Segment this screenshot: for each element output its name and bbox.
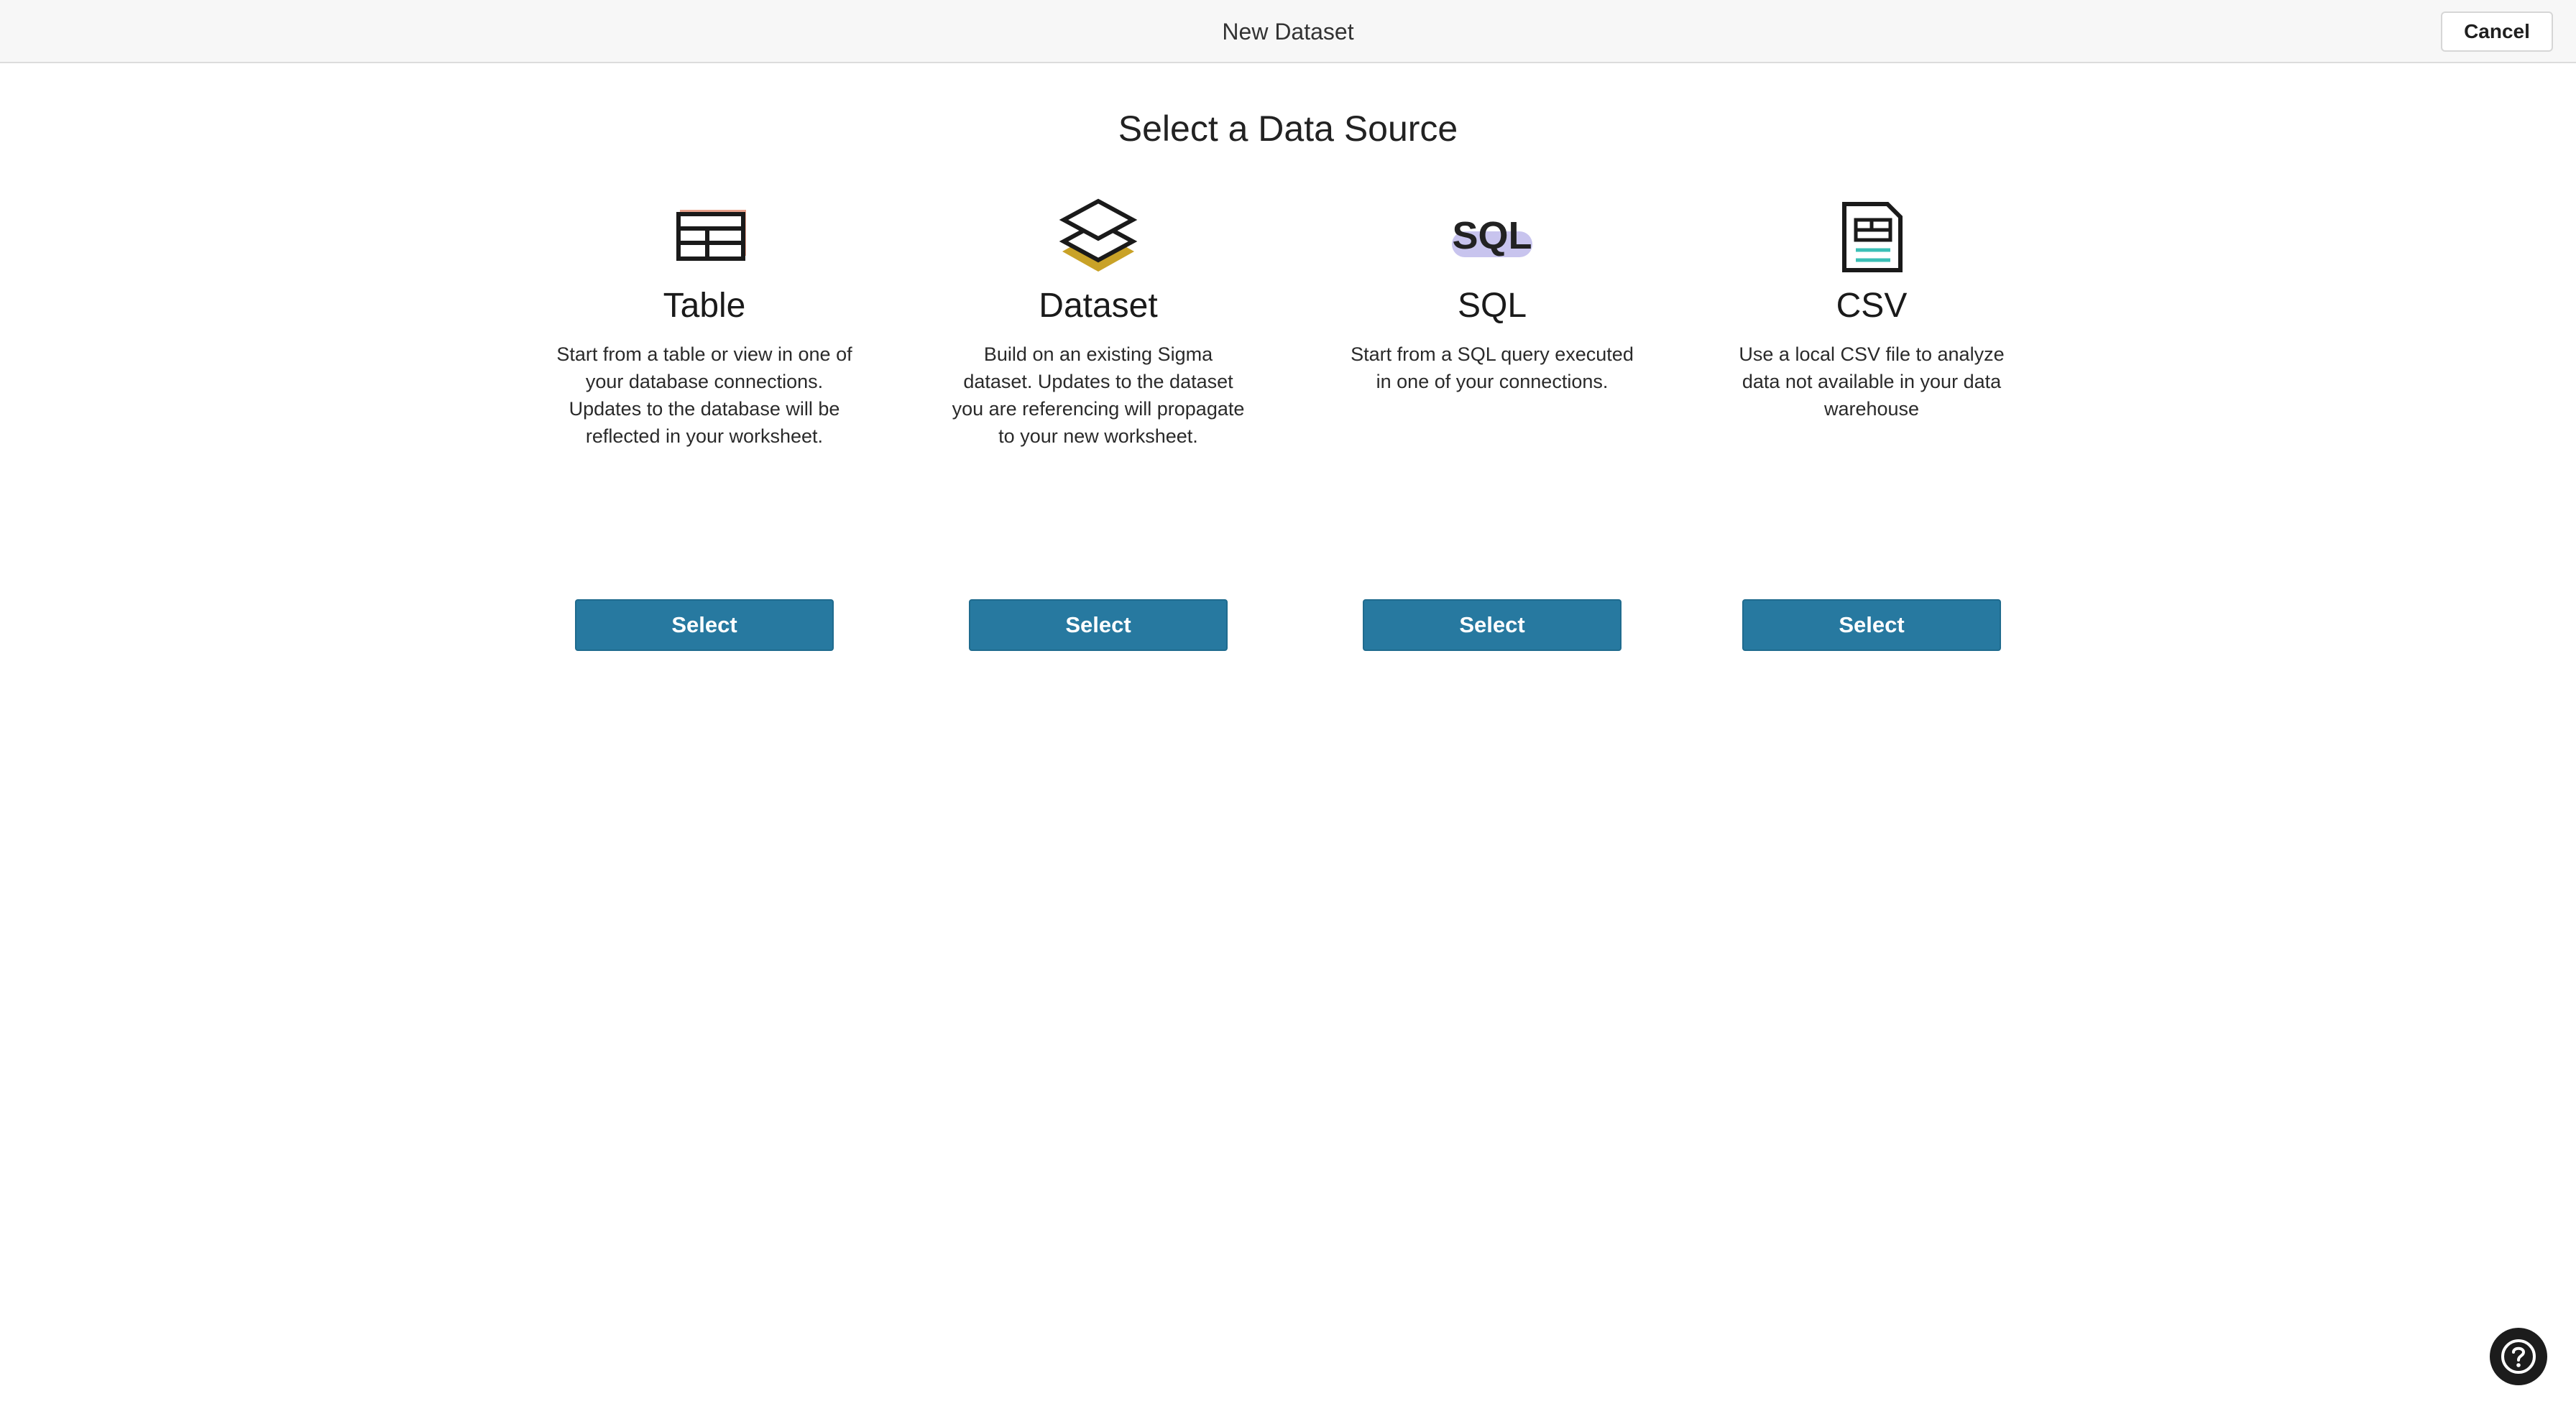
select-dataset-button[interactable]: Select bbox=[969, 599, 1228, 651]
top-bar: New Dataset Cancel bbox=[0, 0, 2576, 63]
sql-icon: SQL bbox=[1449, 194, 1535, 273]
data-source-card-table: Table Start from a table or view in one … bbox=[546, 194, 862, 661]
section-heading: Select a Data Source bbox=[1118, 108, 1458, 149]
cancel-button[interactable]: Cancel bbox=[2441, 11, 2553, 52]
card-title: SQL bbox=[1457, 287, 1527, 325]
select-sql-button[interactable]: Select bbox=[1363, 599, 1622, 651]
card-title: CSV bbox=[1836, 287, 1908, 325]
card-description: Use a local CSV file to analyze data not… bbox=[1739, 343, 2005, 420]
csv-file-icon bbox=[1828, 194, 1915, 273]
data-source-card-sql: SQL SQL Start from a SQL query executed … bbox=[1334, 194, 1650, 661]
card-description: Start from a table or view in one of you… bbox=[556, 343, 852, 447]
dataset-layers-icon bbox=[1055, 194, 1141, 273]
sql-icon-text: SQL bbox=[1452, 214, 1532, 257]
data-source-card-dataset: Dataset Build on an existing Sigma datas… bbox=[940, 194, 1256, 661]
card-description: Start from a SQL query executed in one o… bbox=[1351, 343, 1634, 392]
card-title: Dataset bbox=[1039, 287, 1158, 325]
table-icon bbox=[661, 194, 748, 273]
data-source-card-csv: CSV Use a local CSV file to analyze data… bbox=[1714, 194, 2030, 661]
select-table-button[interactable]: Select bbox=[575, 599, 834, 651]
select-csv-button[interactable]: Select bbox=[1742, 599, 2001, 651]
card-title: Table bbox=[663, 287, 746, 325]
help-icon bbox=[2501, 1339, 2536, 1374]
page-title: New Dataset bbox=[1222, 19, 1354, 45]
help-button[interactable] bbox=[2490, 1328, 2547, 1385]
card-description: Build on an existing Sigma dataset. Upda… bbox=[952, 343, 1245, 447]
